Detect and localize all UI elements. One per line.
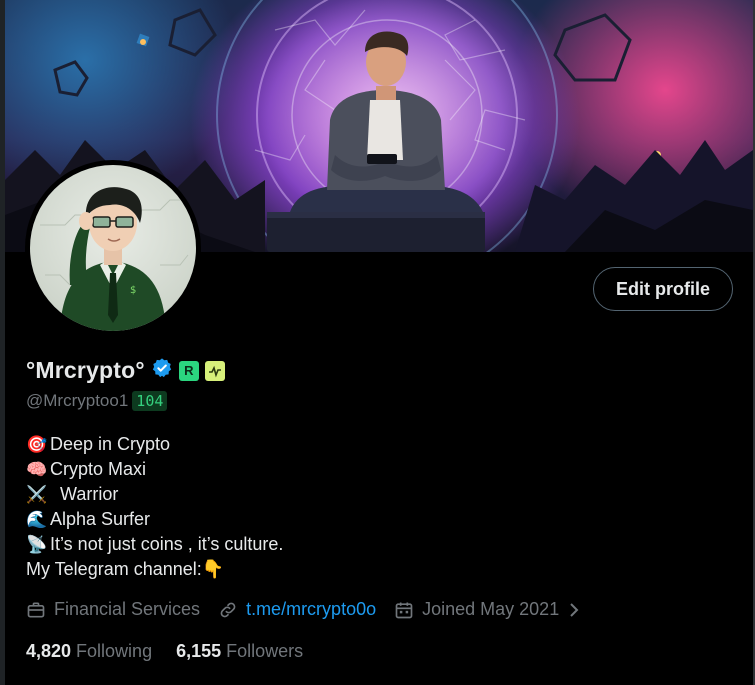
swords-emoji-icon: ⚔️ — [26, 485, 48, 504]
target-emoji-icon: 🎯 — [26, 435, 48, 454]
chart-badge-icon[interactable] — [204, 360, 225, 381]
bio-line: 📡 It’s not just coins , it’s culture. — [26, 532, 283, 557]
profile-bio: 🎯 Deep in Crypto 🧠 Crypto Maxi ⚔️ Warrio… — [26, 432, 283, 582]
bio-line: My Telegram channel: 👇 — [26, 557, 283, 582]
banner-person — [290, 31, 483, 212]
brain-emoji-icon: 🧠 — [26, 460, 48, 479]
joined-text: Joined May 2021 — [422, 599, 560, 619]
joined-item[interactable]: Joined May 2021 — [394, 599, 581, 620]
profile-meta: Financial Services t.me/mrcrypto0o Joine… — [26, 599, 599, 620]
link-icon — [220, 602, 236, 617]
bio-line: 🎯 Deep in Crypto — [26, 432, 283, 457]
followers-label: Followers — [226, 641, 304, 661]
follow-stats: 4,820 Following 6,155 Followers — [26, 641, 327, 662]
profile-avatar[interactable]: $ — [25, 160, 201, 336]
chevron-right-icon[interactable] — [567, 601, 581, 619]
pointing-down-emoji-icon: 👇 — [201, 559, 225, 579]
verified-badge-icon[interactable] — [151, 357, 173, 384]
bio-text: Alpha Surfer — [50, 509, 151, 529]
bio-text: It’s not just coins , it’s culture. — [50, 534, 284, 554]
edit-profile-button[interactable]: Edit profile — [593, 267, 733, 311]
bio-text: Crypto Maxi — [50, 459, 147, 479]
avatar-image: $ — [30, 165, 196, 331]
bio-line: ⚔️ Warrior — [26, 482, 283, 507]
wave-emoji-icon: 🌊 — [26, 510, 48, 529]
briefcase-icon — [27, 602, 45, 617]
followers-link[interactable]: 6,155 Followers — [176, 641, 303, 662]
following-count: 4,820 — [26, 641, 72, 661]
user-handle: @Mrcryptoo1 — [26, 391, 129, 410]
profile-link[interactable]: t.me/mrcrypto0o — [246, 599, 376, 620]
bio-line: 🧠 Crypto Maxi — [26, 457, 283, 482]
r-badge-icon[interactable]: R — [178, 360, 199, 381]
following-link[interactable]: 4,820 Following — [26, 641, 152, 662]
calendar-icon — [395, 602, 413, 618]
display-name: °Mrcrypto° — [26, 357, 145, 383]
category-item: Financial Services — [26, 599, 200, 620]
following-label: Following — [76, 641, 153, 661]
category-text: Financial Services — [54, 599, 201, 619]
bio-text: Deep in Crypto — [50, 434, 171, 454]
handle-row: @Mrcryptoo1 104 — [26, 391, 168, 411]
score-badge[interactable]: 104 — [132, 391, 168, 411]
link-item[interactable]: t.me/mrcrypto0o — [218, 599, 376, 620]
followers-count: 6,155 — [176, 641, 222, 661]
name-row: °Mrcrypto° R — [26, 357, 225, 384]
satellite-emoji-icon: 📡 — [26, 535, 48, 554]
bio-text: Warrior — [50, 484, 119, 504]
svg-text:$: $ — [130, 285, 136, 296]
bio-line: 🌊 Alpha Surfer — [26, 507, 283, 532]
bio-text: My Telegram channel: — [26, 559, 202, 579]
